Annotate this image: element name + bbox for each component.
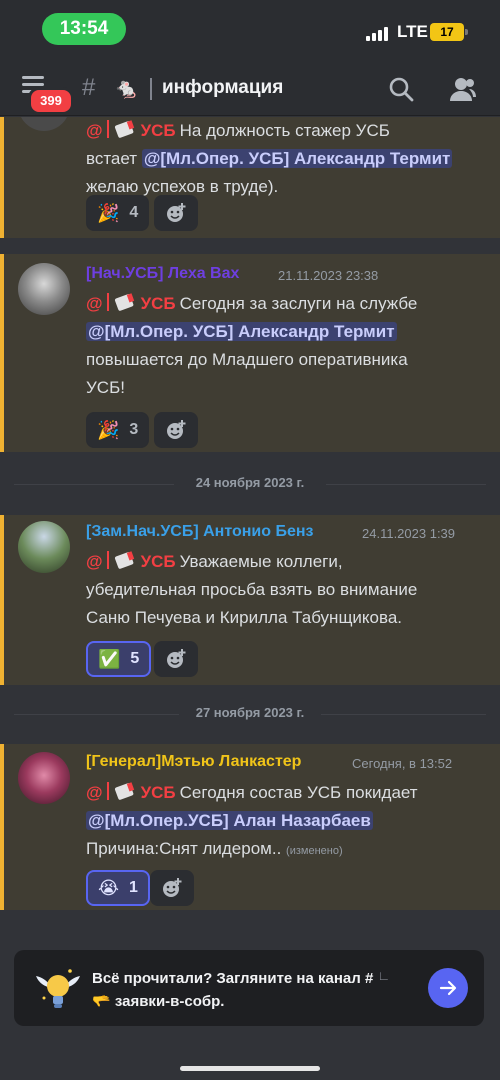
message[interactable]: @ УСБ На должность стажер УСБ встает @[Мл.… bbox=[0, 117, 500, 238]
status-bar: 13:54 LTE 17 bbox=[0, 0, 500, 62]
message-timestamp: 21.11.2023 23:38 bbox=[278, 268, 379, 283]
reaction-count: 1 bbox=[129, 879, 138, 896]
message-timestamp: Сегодня, в 13:52 bbox=[352, 756, 453, 771]
message-content: @ УСБ Сегодня состав УСБ покидает @[Мл.Опе… bbox=[86, 779, 490, 865]
role-name: УСБ bbox=[140, 121, 176, 140]
role-badge-icon bbox=[113, 781, 137, 801]
channel-separator bbox=[150, 78, 152, 100]
add-reaction-button[interactable] bbox=[154, 412, 198, 448]
go-to-channel-button[interactable] bbox=[428, 968, 468, 1008]
message[interactable]: [Генерал]Мэтью Ланкастер Сегодня, в 13:5… bbox=[0, 744, 500, 910]
search-icon[interactable] bbox=[388, 76, 414, 102]
read-only-notice[interactable]: Всё прочитали? Загляните на канал # ∟ 🫳 … bbox=[14, 950, 484, 1026]
role-name: УСБ bbox=[140, 294, 176, 313]
reaction-button[interactable]: 🎉 4 bbox=[86, 195, 150, 231]
role-at: @ bbox=[86, 783, 103, 802]
add-reaction-button[interactable] bbox=[150, 870, 194, 906]
message-content: @ УСБ Уважаемые коллеги, убедительная прос… bbox=[86, 548, 490, 632]
channel-emoji: 🫳 bbox=[92, 993, 111, 1010]
reaction-emoji: 🎉 bbox=[97, 202, 120, 223]
add-reaction-icon bbox=[167, 649, 186, 668]
date-divider: 24 ноября 2023 г. bbox=[14, 474, 486, 494]
channel-title[interactable]: информация bbox=[162, 77, 283, 99]
home-indicator[interactable] bbox=[180, 1066, 320, 1071]
add-reaction-icon bbox=[163, 878, 182, 897]
add-reaction-button[interactable] bbox=[154, 195, 198, 231]
message-text: Причина:Снят лидером.. bbox=[86, 839, 282, 858]
members-icon[interactable] bbox=[448, 76, 476, 102]
reaction-button[interactable]: ✅ 5 bbox=[86, 641, 152, 677]
notice-text: Всё прочитали? Загляните на канал # ∟ 🫳 … bbox=[92, 964, 422, 1013]
role-bar bbox=[106, 782, 109, 800]
role-bar bbox=[106, 551, 109, 569]
message-content: @ УСБ На должность стажер УСБ встает @[Мл.… bbox=[86, 117, 490, 201]
message-text: Уважаемые коллеги, bbox=[179, 552, 343, 571]
message-text: УСБ! bbox=[86, 378, 125, 397]
message-timestamp: 24.11.2023 1:39 bbox=[362, 526, 456, 541]
author-name[interactable]: [Зам.Нач.УСБ] Антонио Бенз bbox=[86, 523, 313, 541]
channel-link[interactable]: заявки-в-собр. bbox=[115, 993, 225, 1010]
role-name: УСБ bbox=[140, 783, 176, 802]
role-at: @ bbox=[86, 121, 103, 140]
reaction-emoji: ✅ bbox=[98, 648, 121, 669]
add-reaction-icon bbox=[167, 203, 186, 222]
add-reaction-icon bbox=[167, 420, 186, 439]
role-at: @ bbox=[86, 294, 103, 313]
reaction-button[interactable]: 🎉 3 bbox=[86, 412, 150, 448]
message-text: Сегодня за заслуги на службе bbox=[179, 294, 418, 313]
status-time: 13:54 bbox=[42, 13, 126, 45]
notice-message: Всё прочитали? Загляните на канал # bbox=[92, 970, 374, 987]
message-text: На должность стажер УСБ bbox=[179, 121, 390, 140]
message-text: Сегодня состав УСБ покидает bbox=[179, 783, 418, 802]
date-divider-label: 24 ноября 2023 г. bbox=[195, 475, 305, 490]
avatar[interactable] bbox=[18, 521, 70, 573]
role-badge-icon bbox=[113, 119, 137, 139]
reaction-count: 5 bbox=[130, 650, 140, 667]
reaction-count: 4 bbox=[129, 204, 139, 221]
lightbulb-wings-icon bbox=[32, 962, 84, 1014]
bottom-panel: Всё прочитали? Загляните на канал # ∟ 🫳 … bbox=[0, 930, 500, 1080]
role-badge-icon bbox=[113, 550, 137, 570]
message-text: Саню Печуева и Кирилла Табунщикова. bbox=[86, 608, 403, 627]
role-at: @ bbox=[86, 552, 103, 571]
message-text: встает bbox=[86, 149, 138, 168]
role-badge-icon bbox=[113, 292, 137, 312]
reaction-emoji: 🎉 bbox=[97, 419, 120, 440]
reaction-button[interactable]: 😭 1 bbox=[86, 870, 150, 906]
user-mention[interactable]: @[Мл.Опер. УСБ] Александр Термит bbox=[86, 322, 397, 341]
role-name: УСБ bbox=[140, 552, 176, 571]
message-content: @ УСБ Сегодня за заслуги на службе @[Мл.Оп… bbox=[86, 290, 490, 402]
text-channel-icon: # bbox=[82, 74, 96, 101]
message-text: убедительная просьба взять во внимание bbox=[86, 580, 418, 599]
message-text: желаю успехов в труде). bbox=[86, 177, 279, 196]
reaction-count: 3 bbox=[129, 421, 139, 438]
add-reaction-button[interactable] bbox=[154, 641, 198, 677]
channel-header: 399 # 🐁 информация bbox=[0, 62, 500, 116]
avatar[interactable] bbox=[18, 117, 70, 131]
user-mention[interactable]: @[Мл.Опер.УСБ] Алан Назарбаев bbox=[86, 811, 373, 830]
role-bar bbox=[106, 120, 109, 138]
arrow-right-icon bbox=[439, 980, 457, 996]
date-divider: 27 ноября 2023 г. bbox=[14, 704, 486, 724]
avatar[interactable] bbox=[18, 752, 70, 804]
message-text: повышается до Младшего оперативника bbox=[86, 350, 408, 369]
avatar[interactable] bbox=[18, 263, 70, 315]
network-label: LTE bbox=[397, 22, 428, 41]
unread-badge: 399 bbox=[28, 87, 74, 115]
reaction-emoji: 😭 bbox=[98, 877, 120, 898]
author-name[interactable]: [Генерал]Мэтью Ланкастер bbox=[86, 753, 301, 771]
message[interactable]: [Нач.УСБ] Леха Вах 21.11.2023 23:38 @ УСБ… bbox=[0, 254, 500, 452]
channel-emoji: 🐁 bbox=[114, 78, 139, 100]
message-list[interactable]: @ УСБ На должность стажер УСБ встает @[Мл.… bbox=[0, 117, 500, 930]
edited-label: (изменено) bbox=[286, 845, 343, 857]
thread-corner-icon: ∟ bbox=[377, 968, 391, 983]
author-name[interactable]: [Нач.УСБ] Леха Вах bbox=[86, 265, 239, 283]
user-mention[interactable]: @[Мл.Опер. УСБ] Александр Термит bbox=[141, 149, 453, 168]
message[interactable]: [Зам.Нач.УСБ] Антонио Бенз 24.11.2023 1:… bbox=[0, 515, 500, 685]
signal-icon bbox=[366, 25, 390, 41]
battery-icon: 17 bbox=[430, 23, 468, 41]
role-bar bbox=[106, 293, 109, 311]
date-divider-label: 27 ноября 2023 г. bbox=[195, 705, 305, 720]
